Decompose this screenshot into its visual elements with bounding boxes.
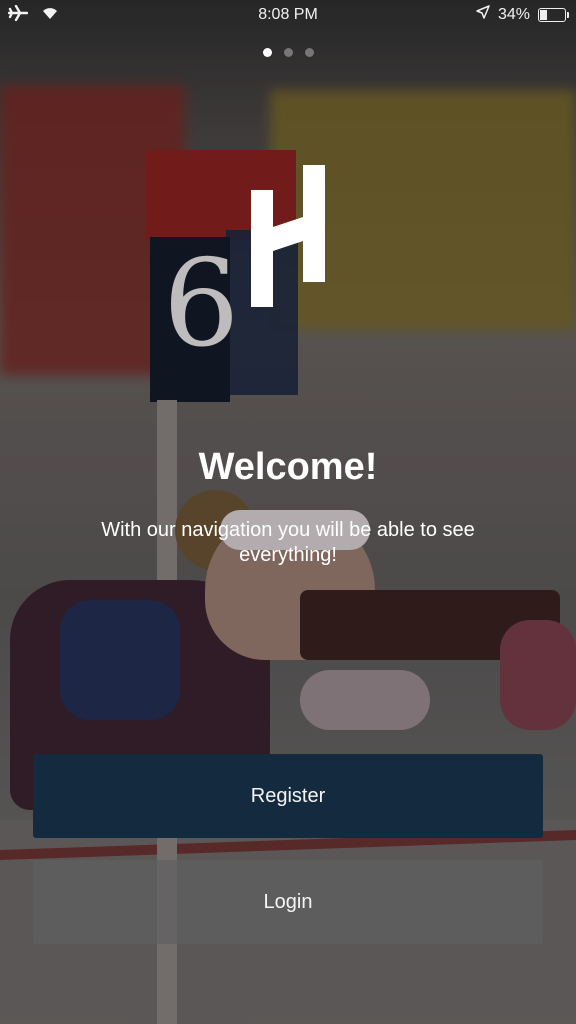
h-logo-icon xyxy=(251,165,325,307)
login-button[interactable]: Login xyxy=(33,860,543,944)
page-dot[interactable] xyxy=(262,48,272,57)
status-bar: 8:08 PM 34% xyxy=(0,0,576,30)
welcome-subtitle: With our navigation you will be able to … xyxy=(101,519,475,566)
page-indicator xyxy=(0,48,576,57)
battery-icon xyxy=(538,7,569,22)
register-label: Register xyxy=(250,784,326,807)
page-dot[interactable] xyxy=(304,48,314,57)
battery-percent: 34% xyxy=(497,5,530,23)
welcome-title: Welcome! xyxy=(198,446,378,488)
location-arrow-icon xyxy=(476,5,490,24)
register-button[interactable]: Register xyxy=(33,754,543,838)
login-label: Login xyxy=(263,890,313,913)
page-dot[interactable] xyxy=(283,48,293,57)
